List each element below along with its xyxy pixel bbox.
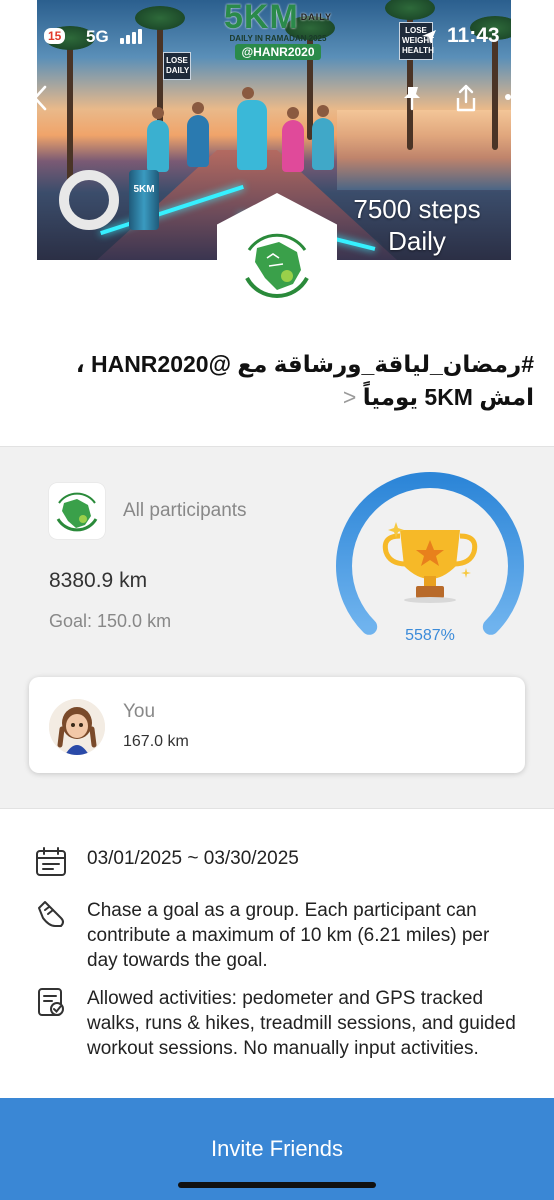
my-progress-card[interactable]: You 167.0 km [29,677,525,773]
back-icon[interactable] [30,84,50,112]
location-icon [422,30,436,44]
group-logo [49,483,105,539]
signal-icon [120,28,150,44]
you-label: You [123,701,156,722]
battery-icon [520,29,540,41]
date-row: 03/01/2025 ~ 03/30/2025 [35,846,515,876]
challenge-title-text: #رمضان_لياقة_ورشاقة مع @HANR2020 ، امش 5… [75,351,534,410]
more-icon[interactable] [504,92,534,102]
banner-runner [237,87,267,170]
banner-runner [282,107,304,172]
activities-row: Allowed activities: pedometer and GPS tr… [35,986,516,1086]
banner-runner [312,105,334,170]
challenge-description: Chase a goal as a group. Each participan… [87,900,490,971]
calendar-icon [36,847,66,876]
challenge-logo [243,232,311,300]
avatar [49,699,105,755]
challenge-title[interactable]: #رمضان_لياقة_ورشاقة مع @HANR2020 ، امش 5… [20,348,534,414]
description-row: Chase a goal as a group. Each participan… [35,898,515,974]
status-bar: 15 5G 11:43 [0,0,554,72]
chevron-icon: < [342,384,357,410]
banner-measuring-tape [59,170,119,230]
banner-runner [147,107,169,172]
all-participants-label: All participants [123,500,247,521]
banner-runner [187,102,209,167]
sneaker-icon [38,901,64,927]
allowed-activities: Allowed activities: pedometer and GPS tr… [87,988,516,1059]
pin-icon[interactable] [398,84,426,112]
share-icon[interactable] [452,82,480,114]
banner-steps-text: 7500 steps Daily [353,194,481,256]
home-indicator [178,1182,376,1188]
network-label: 5G [86,27,109,46]
status-time: 11:43 [447,24,500,47]
progress-percent: 5587% [405,627,455,644]
banner-can: 5KM [129,170,159,230]
user-avatar-icon [49,699,105,755]
checklist-icon [38,988,64,1016]
you-distance: 167.0 km [123,733,189,750]
banner-sea [337,110,511,190]
challenge-dates: 03/01/2025 ~ 03/30/2025 [87,848,299,869]
group-goal: Goal: 150.0 km [49,611,172,631]
status-badge: 15 [44,28,66,44]
trophy-icon [382,522,478,603]
group-distance: 8380.9 km [49,569,148,592]
